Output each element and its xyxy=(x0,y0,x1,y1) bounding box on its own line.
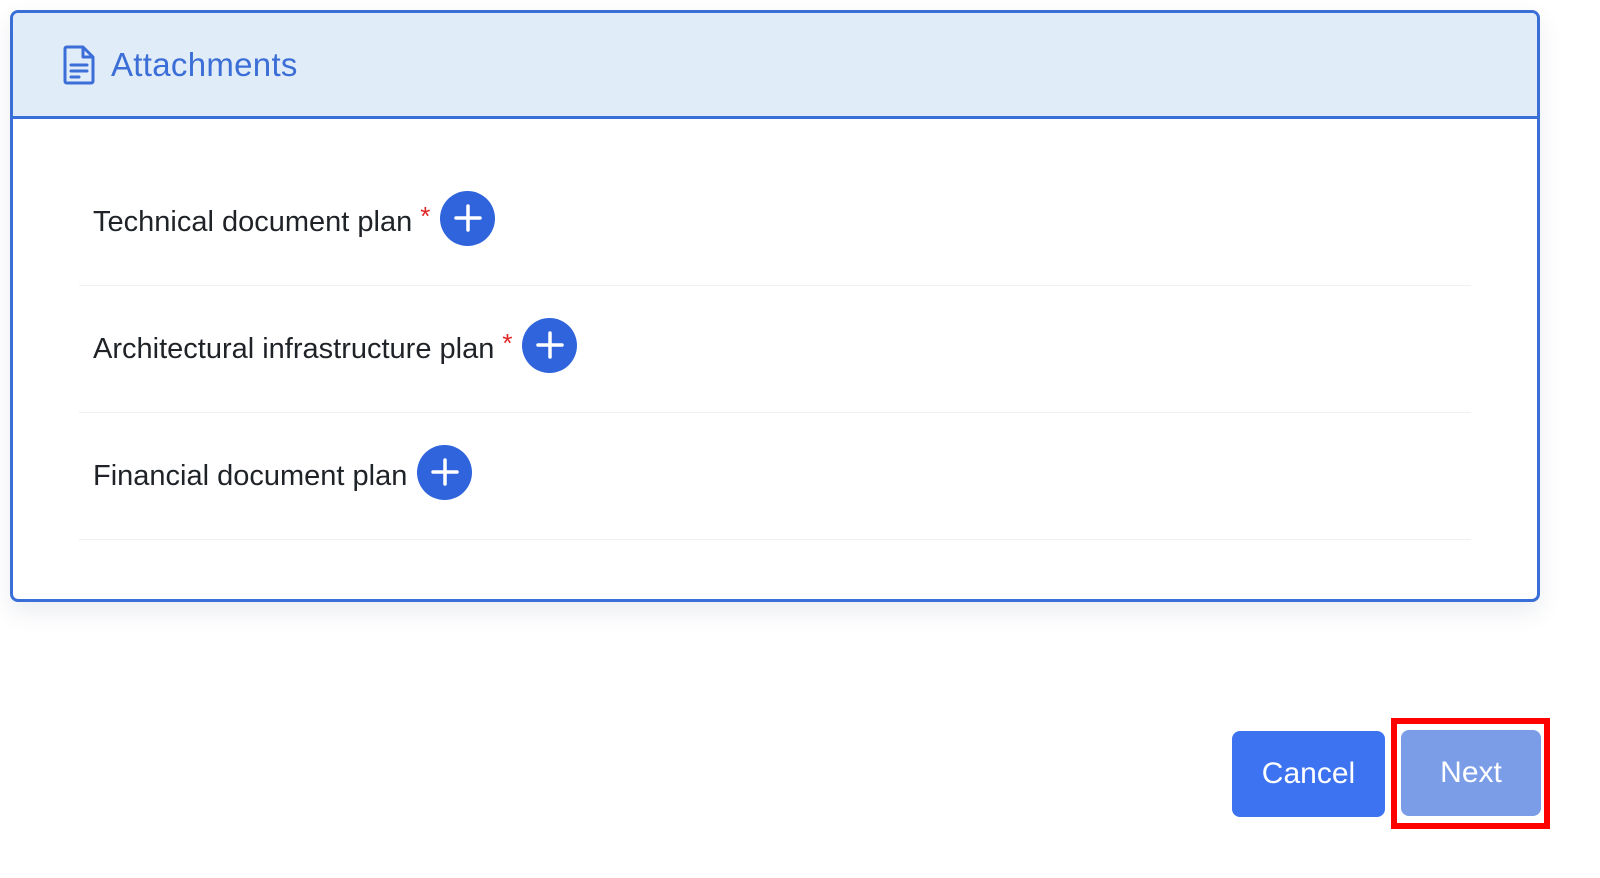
form-actions: Cancel Next xyxy=(0,718,1600,831)
attachment-row-technical: Technical document plan * xyxy=(79,159,1471,286)
add-architectural-plan-button[interactable] xyxy=(522,317,578,373)
next-button[interactable]: Next xyxy=(1401,730,1541,816)
attachment-row-financial: Financial document plan xyxy=(79,413,1471,540)
attachment-label: Architectural infrastructure plan xyxy=(93,332,495,365)
plus-icon xyxy=(536,331,564,359)
attachments-list: Technical document plan * Architectural … xyxy=(13,119,1537,540)
panel-title: Attachments xyxy=(111,45,298,83)
add-financial-document-button[interactable] xyxy=(417,444,473,500)
add-technical-document-button[interactable] xyxy=(440,190,496,246)
attachments-panel: Attachments Technical document plan * Ar… xyxy=(10,10,1540,602)
required-marker: * xyxy=(502,327,513,358)
plus-icon xyxy=(431,458,459,486)
document-icon xyxy=(61,45,97,85)
cancel-button[interactable]: Cancel xyxy=(1232,731,1385,817)
plus-icon xyxy=(454,204,482,232)
panel-header: Attachments xyxy=(13,13,1537,119)
attachment-label: Financial document plan xyxy=(93,459,408,492)
attachment-label: Technical document plan xyxy=(93,205,413,238)
attachment-row-architectural: Architectural infrastructure plan * xyxy=(79,286,1471,413)
required-marker: * xyxy=(420,200,431,231)
